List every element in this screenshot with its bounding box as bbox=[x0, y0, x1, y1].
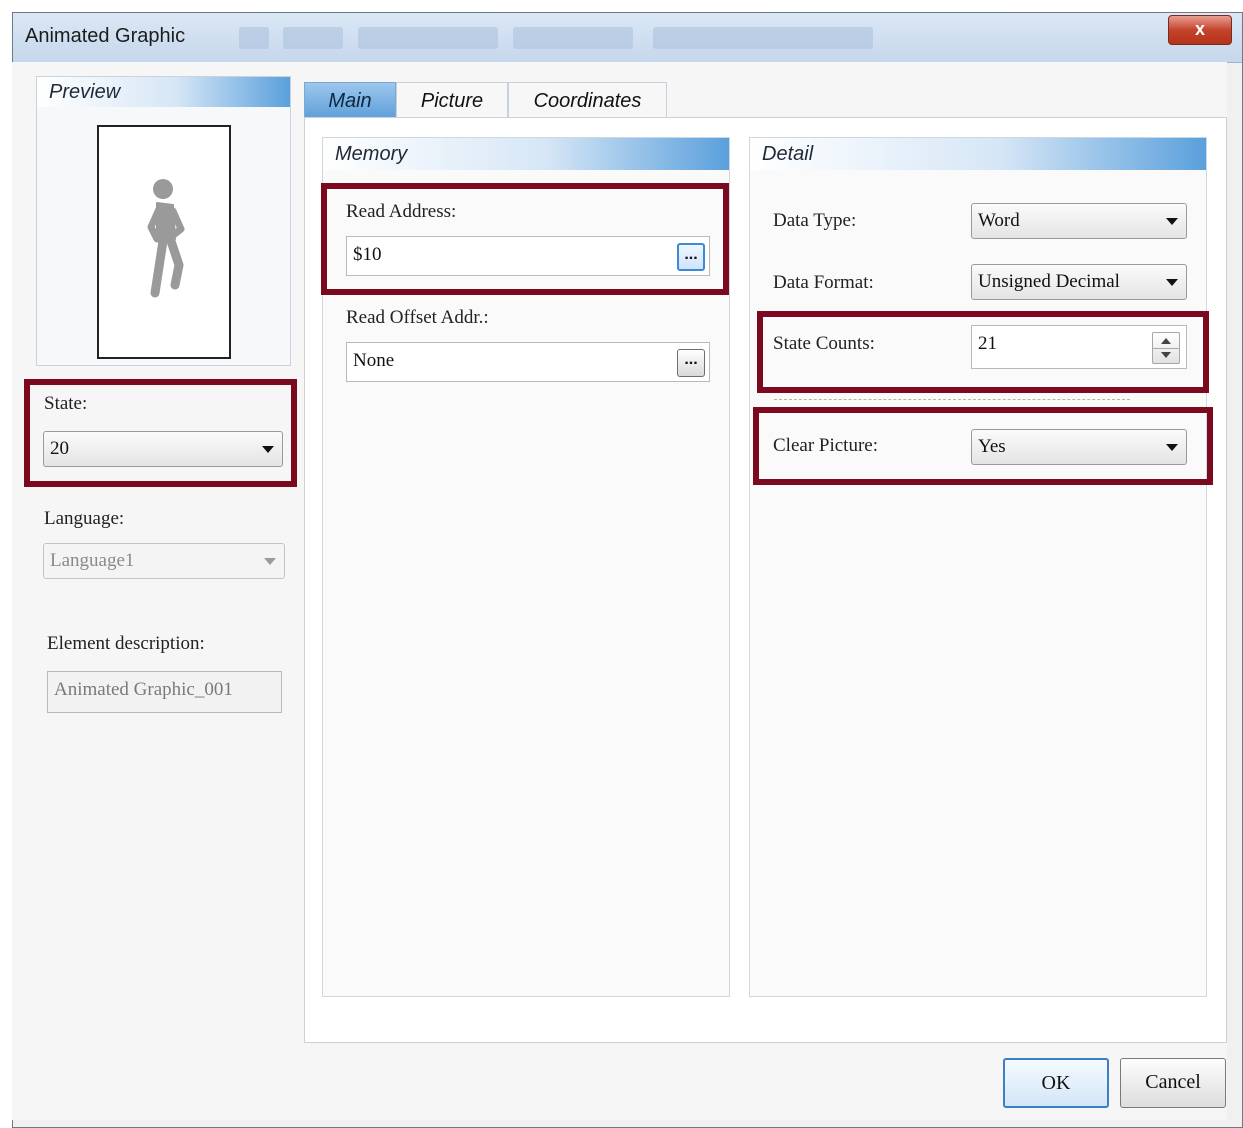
chevron-down-icon bbox=[1166, 444, 1178, 451]
read-offset-label: Read Offset Addr.: bbox=[346, 307, 489, 328]
tab-main[interactable]: Main bbox=[304, 82, 396, 118]
preview-panel: Preview bbox=[36, 76, 291, 366]
ellipsis-icon: ... bbox=[684, 246, 698, 263]
state-counts-label: State Counts: bbox=[773, 333, 875, 354]
data-format-dropdown[interactable]: Unsigned Decimal bbox=[971, 264, 1187, 300]
tab-picture[interactable]: Picture bbox=[396, 82, 508, 118]
toolbar-blur bbox=[653, 27, 873, 49]
preview-header: Preview bbox=[37, 77, 290, 107]
tab-main-label: Main bbox=[328, 90, 372, 112]
title-bar[interactable]: Animated Graphic x bbox=[13, 13, 1242, 63]
language-label: Language: bbox=[44, 508, 125, 529]
clear-picture-label: Clear Picture: bbox=[773, 435, 878, 456]
language-dropdown-value: Language1 bbox=[50, 550, 135, 571]
cancel-button[interactable]: Cancel bbox=[1120, 1058, 1226, 1108]
read-address-input[interactable]: $10 bbox=[346, 236, 710, 276]
state-dropdown-value: 20 bbox=[50, 438, 69, 459]
data-format-label: Data Format: bbox=[773, 272, 874, 293]
walking-person-icon bbox=[147, 179, 185, 298]
tab-coordinates-label: Coordinates bbox=[533, 90, 642, 112]
state-counts-spinner[interactable] bbox=[1152, 332, 1180, 364]
spinner-divider bbox=[1153, 348, 1179, 349]
chevron-down-icon bbox=[1166, 218, 1178, 225]
spin-down-icon[interactable] bbox=[1161, 352, 1171, 358]
state-label: State: bbox=[44, 393, 88, 414]
data-type-value: Word bbox=[978, 210, 1020, 231]
state-counts-value: 21 bbox=[978, 333, 997, 354]
data-format-value: Unsigned Decimal bbox=[978, 271, 1120, 292]
toolbar-blur bbox=[513, 27, 633, 49]
data-type-label: Data Type: bbox=[773, 210, 857, 231]
read-offset-input[interactable]: None bbox=[346, 342, 710, 382]
element-description-value: Animated Graphic_001 bbox=[54, 679, 233, 700]
preview-image-box bbox=[97, 125, 231, 359]
read-address-label: Read Address: bbox=[346, 201, 457, 222]
tab-picture-label: Picture bbox=[420, 90, 484, 112]
close-icon: x bbox=[1194, 19, 1205, 39]
element-description-field[interactable]: Animated Graphic_001 bbox=[47, 671, 282, 713]
memory-header: Memory bbox=[323, 138, 729, 170]
state-counts-input[interactable]: 21 bbox=[971, 325, 1187, 369]
toolbar-blur bbox=[239, 27, 269, 49]
clear-picture-dropdown[interactable]: Yes bbox=[971, 429, 1187, 465]
state-dropdown[interactable]: 20 bbox=[43, 431, 283, 467]
separator-line bbox=[774, 399, 1130, 400]
ok-button-label: OK bbox=[1041, 1072, 1071, 1094]
window-title: Animated Graphic bbox=[25, 25, 186, 47]
toolbar-blur bbox=[358, 27, 498, 49]
cancel-button-label: Cancel bbox=[1145, 1071, 1201, 1093]
spin-up-icon[interactable] bbox=[1161, 338, 1171, 344]
toolbar-blur bbox=[283, 27, 343, 49]
close-button[interactable]: x bbox=[1168, 15, 1232, 45]
read-offset-value: None bbox=[353, 350, 395, 371]
ellipsis-icon: ... bbox=[684, 351, 698, 368]
chevron-down-icon bbox=[264, 558, 276, 565]
read-offset-browse-button[interactable]: ... bbox=[677, 349, 705, 377]
read-address-browse-button[interactable]: ... bbox=[677, 243, 705, 271]
read-address-value: $10 bbox=[353, 244, 382, 265]
detail-header: Detail bbox=[750, 138, 1206, 170]
chevron-down-icon bbox=[262, 446, 274, 453]
element-description-label: Element description: bbox=[47, 633, 205, 654]
ok-button[interactable]: OK bbox=[1003, 1058, 1109, 1108]
tab-coordinates[interactable]: Coordinates bbox=[508, 82, 667, 118]
data-type-dropdown[interactable]: Word bbox=[971, 203, 1187, 239]
chevron-down-icon bbox=[1166, 279, 1178, 286]
clear-picture-value: Yes bbox=[978, 436, 1006, 457]
language-dropdown[interactable]: Language1 bbox=[43, 543, 285, 579]
